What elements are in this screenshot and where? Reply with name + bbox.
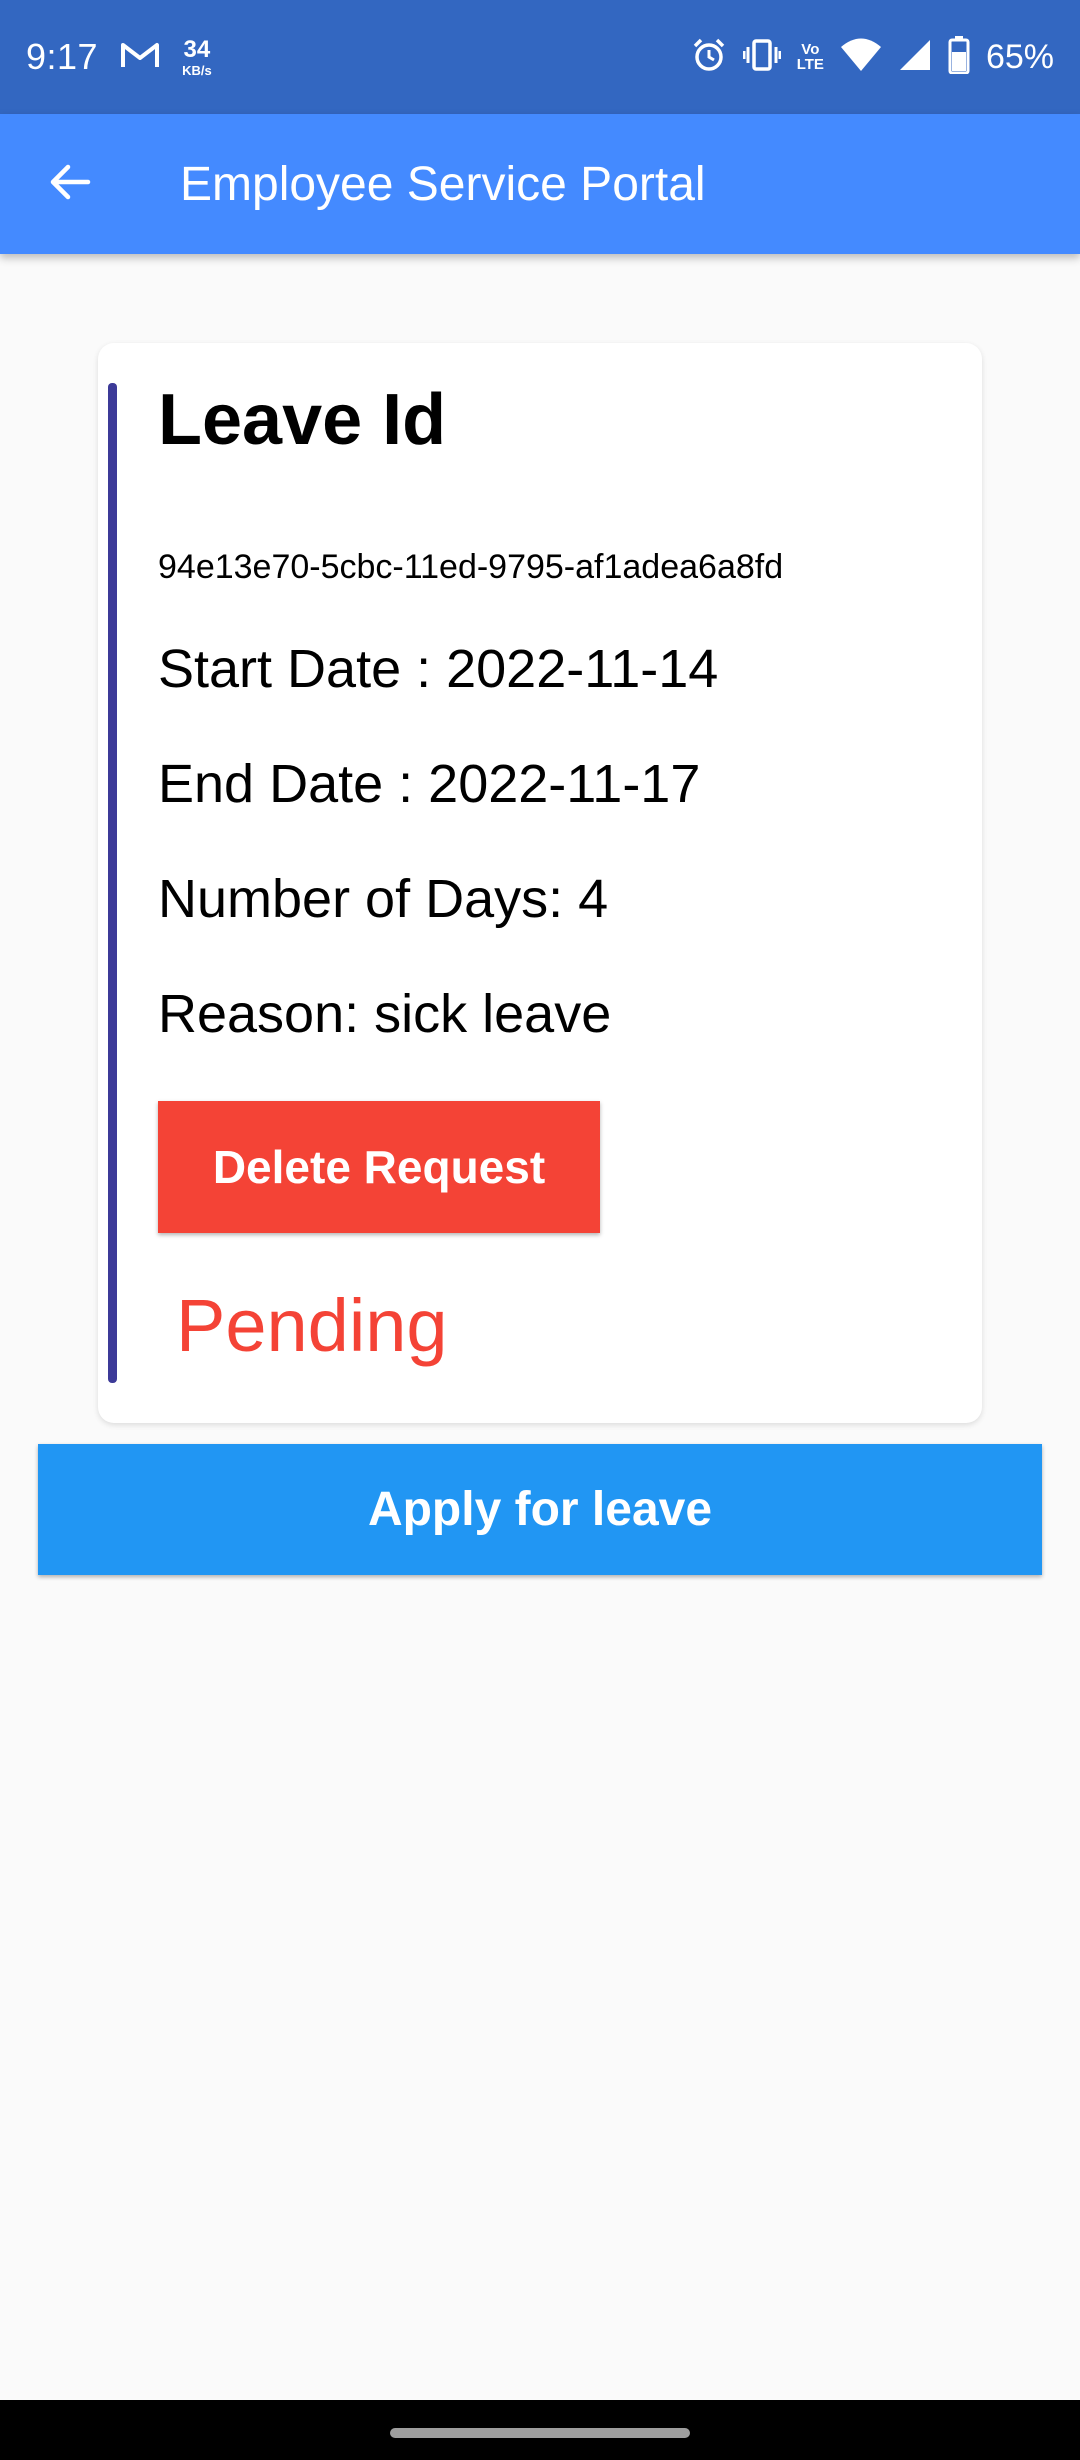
card-accent-bar (108, 383, 117, 1383)
status-right: Vo LTE 65% (691, 35, 1054, 79)
battery-icon (948, 35, 970, 79)
leave-card: Leave Id 94e13e70-5cbc-11ed-9795-af1adea… (98, 343, 982, 1423)
data-rate: 34 KB/s (182, 35, 212, 78)
arrow-left-icon (48, 160, 92, 209)
home-gesture-handle[interactable] (390, 2428, 690, 2438)
status-bar: 9:17 34 KB/s Vo LTE 65% (0, 0, 1080, 114)
end-date: End Date : 2022-11-17 (158, 754, 701, 814)
app-bar: Employee Service Portal (0, 114, 1080, 254)
number-of-days: Number of Days: 4 (158, 869, 609, 929)
battery-percent: 65% (985, 37, 1054, 76)
wifi-icon (840, 38, 882, 77)
navigation-bar (0, 2400, 1080, 2460)
data-rate-unit: KB/s (182, 62, 212, 78)
signal-icon (898, 38, 932, 77)
volte-icon: Vo LTE (797, 42, 824, 72)
reason: Reason: sick leave (158, 984, 612, 1044)
back-button[interactable] (0, 114, 140, 254)
leave-id-value: 94e13e70-5cbc-11ed-9795-af1adea6a8fd (158, 548, 784, 586)
data-rate-value: 34 (183, 35, 211, 63)
delete-request-button[interactable]: Delete Request (158, 1101, 600, 1233)
status-time: 9:17 (26, 36, 99, 77)
start-date: Start Date : 2022-11-14 (158, 639, 719, 699)
gmail-icon (120, 40, 160, 75)
status-badge: Pending (176, 1284, 448, 1367)
alarm-icon (691, 37, 727, 78)
vibrate-icon (742, 37, 782, 78)
leave-id-title: Leave Id (158, 380, 447, 460)
apply-for-leave-button[interactable]: Apply for leave (38, 1444, 1042, 1575)
page-title: Employee Service Portal (180, 157, 706, 211)
status-left: 9:17 34 KB/s (26, 36, 212, 78)
volte-bottom: LTE (796, 56, 824, 73)
